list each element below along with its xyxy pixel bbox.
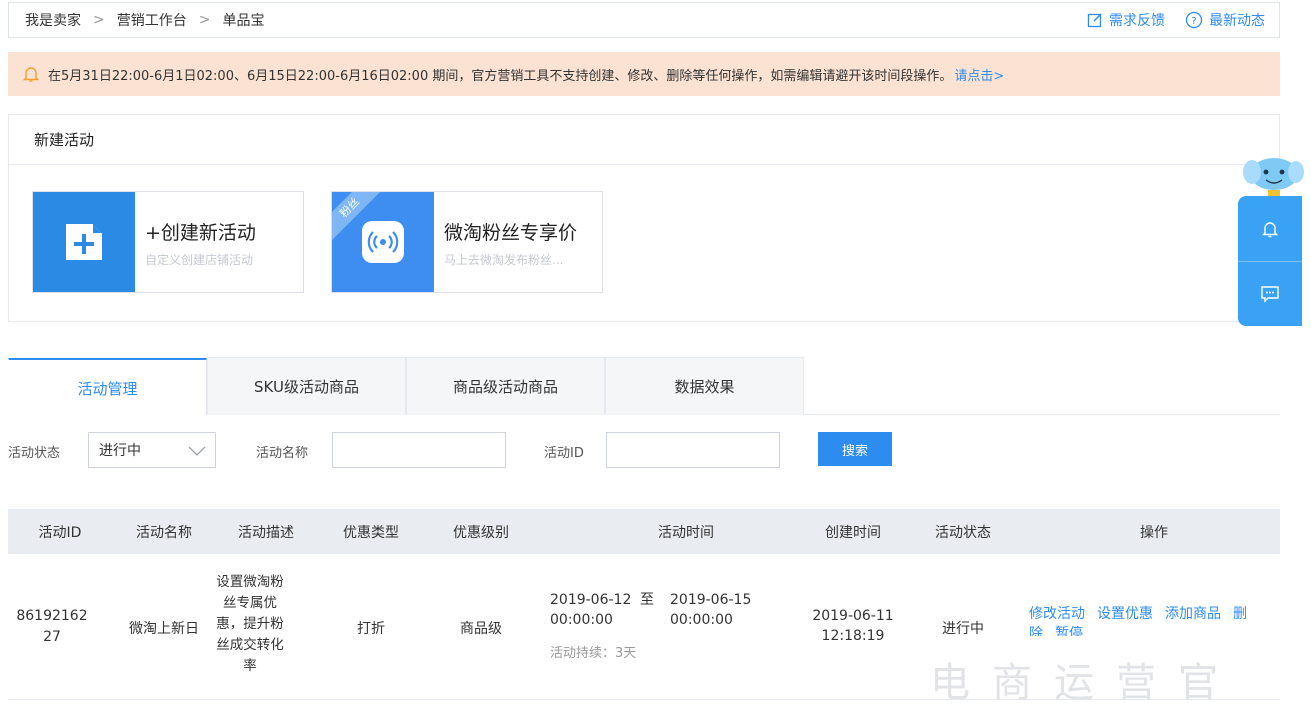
id-label: 活动ID bbox=[544, 446, 584, 461]
cell-end-time: 00:00:00 bbox=[670, 612, 733, 628]
chat-icon bbox=[1261, 286, 1279, 303]
activity-name-input[interactable] bbox=[332, 432, 506, 468]
edit-activity-link[interactable]: 修改活动 bbox=[1029, 606, 1085, 622]
tab-activity-management[interactable]: 活动管理 bbox=[8, 358, 207, 416]
cell-actions: 修改活动 设置优惠 添加商品 删除 暂停 bbox=[1029, 604, 1269, 636]
card-desc: 马上去微淘发布粉丝... bbox=[444, 253, 564, 267]
panel-title: 新建活动 bbox=[9, 115, 1279, 165]
notice-text: 在5月31日22:00-6月1日02:00、6月15日22:00-6月16日02… bbox=[48, 68, 953, 84]
cell-end-date: 2019-06-15 bbox=[670, 592, 752, 608]
breadcrumb-item-seller[interactable]: 我是卖家 bbox=[25, 10, 81, 30]
card-desc: 自定义创建店铺活动 bbox=[145, 253, 254, 267]
header-discount-type: 优惠类型 bbox=[343, 524, 399, 541]
header-id: 活动ID bbox=[38, 524, 82, 541]
cell-start-time: 00:00:00 bbox=[550, 612, 613, 628]
breadcrumb-separator: > bbox=[93, 12, 105, 28]
search-button[interactable]: 搜索 bbox=[818, 432, 892, 466]
header-links: 需求反馈 ? 最新动态 bbox=[1067, 3, 1265, 37]
notice-banner: 在5月31日22:00-6月1日02:00、6月15日22:00-6月16日02… bbox=[8, 52, 1280, 96]
tab-bar: 活动管理 SKU级活动商品 商品级活动商品 数据效果 bbox=[8, 357, 1280, 416]
header-actions: 操作 bbox=[1140, 524, 1168, 541]
help-icon: ? bbox=[1185, 11, 1203, 29]
header-created-time: 创建时间 bbox=[825, 524, 881, 541]
floating-widget bbox=[1238, 196, 1302, 326]
status-select-value: 进行中 bbox=[99, 443, 141, 459]
news-link[interactable]: ? 最新动态 bbox=[1185, 10, 1265, 30]
watermark: 电商运营官 bbox=[930, 659, 1240, 706]
cell-level: 商品级 bbox=[460, 621, 502, 637]
header-status: 活动状态 bbox=[935, 524, 991, 541]
tab-product-items[interactable]: 商品级活动商品 bbox=[406, 357, 605, 415]
cell-time-separator: 至 bbox=[640, 592, 654, 608]
create-icon-box bbox=[33, 192, 135, 292]
svg-text:?: ? bbox=[1191, 16, 1196, 27]
breadcrumb-separator: > bbox=[198, 12, 211, 28]
add-product-link[interactable]: 添加商品 bbox=[1165, 606, 1221, 622]
breadcrumb-item-workbench[interactable]: 营销工作台 bbox=[117, 10, 187, 30]
header-level: 优惠级别 bbox=[453, 524, 509, 541]
fans-icon-box: 粉丝 bbox=[332, 192, 434, 292]
cell-start-date: 2019-06-12 bbox=[550, 592, 632, 608]
status-label: 活动状态 bbox=[8, 446, 61, 461]
header-name: 活动名称 bbox=[136, 524, 192, 541]
edit-icon bbox=[1087, 13, 1102, 28]
cell-created-time: 12:18:19 bbox=[821, 628, 885, 644]
feedback-link-label: 需求反馈 bbox=[1109, 13, 1165, 29]
create-activity-card[interactable]: +创建新活动 自定义创建店铺活动 bbox=[32, 191, 304, 293]
cell-status: 进行中 bbox=[942, 621, 984, 637]
feedback-link[interactable]: 需求反馈 bbox=[1087, 10, 1165, 30]
news-link-label: 最新动态 bbox=[1209, 13, 1265, 29]
status-select[interactable]: 进行中 bbox=[88, 432, 216, 468]
cell-name: 微淘上新日 bbox=[129, 621, 199, 637]
new-activity-panel: 新建活动 +创建新活动 自定义创建店铺活动 粉丝 微淘粉丝专享价 马上去微淘发布… bbox=[8, 114, 1280, 322]
broadcast-icon bbox=[362, 221, 404, 263]
bell-icon bbox=[22, 67, 40, 82]
cell-id: 8619216227 bbox=[16, 608, 88, 645]
chevron-down-icon bbox=[188, 446, 206, 456]
cell-duration: 活动持续：3天 bbox=[550, 646, 637, 661]
header-activity-time: 活动时间 bbox=[658, 524, 714, 541]
cell-created-date: 2019-06-11 bbox=[812, 608, 894, 624]
bell-icon bbox=[1261, 221, 1279, 237]
filter-bar: 活动状态 进行中 活动名称 活动ID 搜索 bbox=[8, 432, 1280, 470]
activity-id-input[interactable] bbox=[606, 432, 780, 468]
new-document-icon bbox=[66, 224, 102, 260]
name-label: 活动名称 bbox=[256, 446, 309, 461]
chat-button[interactable] bbox=[1238, 261, 1302, 326]
breadcrumb-item-current: 单品宝 bbox=[222, 13, 265, 29]
pause-link[interactable]: 暂停 bbox=[1055, 626, 1083, 636]
set-discount-link[interactable]: 设置优惠 bbox=[1097, 606, 1153, 622]
notice-link[interactable]: 请点击> bbox=[954, 65, 1004, 84]
tab-sku-items[interactable]: SKU级活动商品 bbox=[207, 357, 406, 415]
table-header: 活动ID 活动名称 活动描述 优惠类型 优惠级别 活动时间 创建时间 活动状态 … bbox=[8, 509, 1280, 554]
notification-button[interactable] bbox=[1238, 196, 1302, 261]
elephant-mascot-icon bbox=[1243, 158, 1304, 200]
breadcrumb: 我是卖家 > 营销工作台 > 单品宝 需求反馈 ? 最新动态 bbox=[8, 2, 1280, 38]
cell-desc: 设置微淘粉丝专属优惠，提升粉丝成交转化率 bbox=[216, 574, 284, 674]
header-desc: 活动描述 bbox=[238, 524, 294, 541]
fans-price-card[interactable]: 粉丝 微淘粉丝专享价 马上去微淘发布粉丝... bbox=[331, 191, 603, 293]
tab-data-effect[interactable]: 数据效果 bbox=[605, 357, 804, 415]
card-title: +创建新活动 bbox=[145, 222, 256, 244]
card-title: 微淘粉丝专享价 bbox=[444, 222, 578, 244]
cell-discount-type: 打折 bbox=[357, 621, 385, 637]
